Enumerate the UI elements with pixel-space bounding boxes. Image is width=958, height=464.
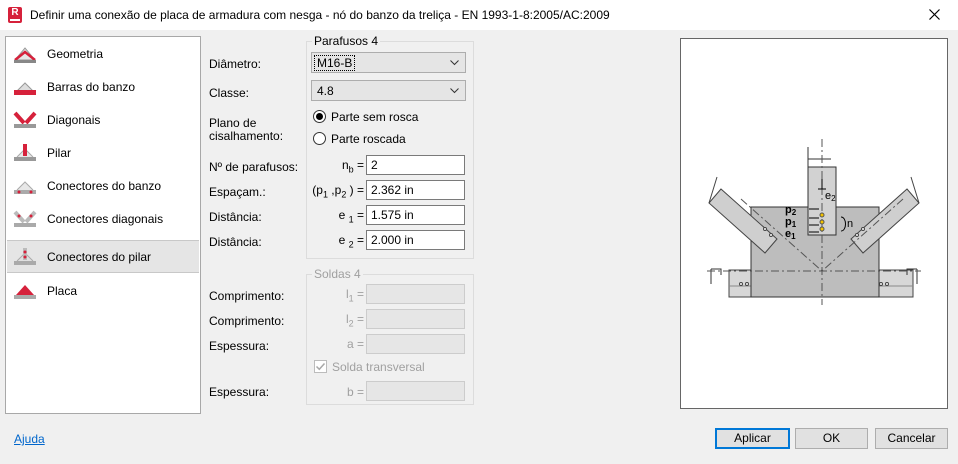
ok-button[interactable]: OK	[795, 428, 868, 449]
column-icon	[14, 144, 36, 161]
distance-e2-label: Distância:	[209, 235, 262, 249]
weld-length2-input[interactable]	[366, 309, 465, 329]
cancel-button[interactable]: Cancelar	[875, 428, 948, 449]
shear-plane-label-line2: cisalhamento:	[209, 129, 284, 143]
welds-group-title: Soldas 4	[312, 267, 363, 281]
window-title: Definir uma conexão de placa de armadura…	[30, 8, 610, 22]
sidebar-item-pilar[interactable]: Pilar	[7, 137, 199, 170]
distance-e2-symbol: e 2 =	[338, 233, 364, 250]
sidebar-item-conectores-do-pilar[interactable]: Conectores do pilar	[7, 240, 199, 273]
class-value: 4.8	[317, 84, 334, 98]
weld-thickness-b-label: Espessura:	[209, 385, 270, 399]
column-connectors-icon	[14, 248, 36, 265]
close-button[interactable]	[912, 0, 958, 30]
weld-thickness-b-input[interactable]	[366, 381, 465, 401]
diameter-select[interactable]: M16-B	[311, 52, 466, 73]
distance-e1-label: Distância:	[209, 210, 262, 224]
shear-unthreaded-radio[interactable]	[313, 110, 326, 123]
shear-plane-label-line1: Plano de	[209, 116, 257, 130]
chord-connectors-icon	[14, 181, 36, 194]
diagonal-connectors-icon	[13, 210, 37, 227]
weld-length1-input[interactable]	[366, 284, 465, 304]
distance-e2-input[interactable]: 2.000 in	[366, 230, 465, 250]
chevron-down-icon	[450, 88, 459, 94]
class-label: Classe:	[209, 86, 250, 100]
weld-thickness-a-symbol: a =	[346, 337, 364, 351]
weld-thickness-a-label: Espessura:	[209, 339, 270, 353]
bolt-count-symbol: nb =	[341, 158, 364, 175]
transverse-weld-checkbox[interactable]	[314, 360, 327, 373]
sidebar-item-placa[interactable]: Placa	[7, 275, 199, 308]
chord-members-icon	[14, 82, 36, 95]
transverse-weld-label: Solda transversal	[332, 360, 425, 374]
help-link[interactable]: Ajuda	[14, 432, 45, 446]
distance-e1-symbol: e 1 =	[338, 208, 364, 225]
shear-threaded-label[interactable]: Parte roscada	[331, 132, 406, 146]
weld-thickness-a-input[interactable]	[366, 334, 465, 354]
diameter-label: Diâmetro:	[209, 57, 262, 71]
gusset-connection-drawing: e2 p2 p1 e1 n	[707, 139, 921, 305]
spacing-symbol: (p1 ,p2 ) =	[312, 183, 364, 200]
preview-label-n: n	[847, 218, 853, 230]
sidebar-item-conectores-diagonais[interactable]: Conectores diagonais	[7, 203, 199, 236]
spacing-input[interactable]: 2.362 in	[366, 180, 465, 200]
sidebar-item-barras-do-banzo[interactable]: Barras do banzo	[7, 71, 199, 104]
spacing-label: Espaçam.:	[209, 185, 266, 199]
weld-length1-symbol: l1 =	[345, 287, 364, 304]
sidebar-item-conectores-do-banzo[interactable]: Conectores do banzo	[7, 170, 199, 203]
sidebar-nav: Geometria Barras do banzo Diagonais Pila…	[5, 36, 201, 414]
distance-e1-input[interactable]: 1.575 in	[366, 205, 465, 225]
connection-preview: e2 p2 p1 e1 n	[680, 38, 948, 409]
close-icon	[929, 9, 940, 20]
class-select[interactable]: 4.8	[311, 80, 466, 101]
plate-icon	[14, 285, 36, 299]
bolt-count-input[interactable]: 2	[366, 155, 465, 175]
diagonals-icon	[13, 111, 37, 128]
title-bar: R Definir uma conexão de placa de armadu…	[0, 0, 958, 30]
weld-thickness-b-symbol: b =	[346, 385, 364, 399]
bolts-group	[306, 41, 474, 259]
apply-button[interactable]: Aplicar	[715, 428, 790, 449]
bolts-group-title: Parafusos 4	[312, 34, 381, 48]
chevron-down-icon	[450, 60, 459, 66]
shear-threaded-radio[interactable]	[313, 132, 326, 145]
sidebar-item-geometria[interactable]: Geometria	[7, 38, 199, 71]
shear-unthreaded-label[interactable]: Parte sem rosca	[331, 110, 418, 124]
diameter-value: M16-B	[313, 55, 356, 71]
weld-length2-symbol: l2 =	[345, 312, 364, 329]
weld-length1-label: Comprimento:	[209, 289, 285, 303]
app-logo-icon: R	[8, 7, 22, 23]
bolt-count-label: Nº de parafusos:	[209, 160, 299, 174]
checkmark-icon	[315, 362, 326, 371]
geometry-icon	[13, 47, 37, 63]
sidebar-item-diagonais[interactable]: Diagonais	[7, 104, 199, 137]
weld-length2-label: Comprimento:	[209, 314, 285, 328]
